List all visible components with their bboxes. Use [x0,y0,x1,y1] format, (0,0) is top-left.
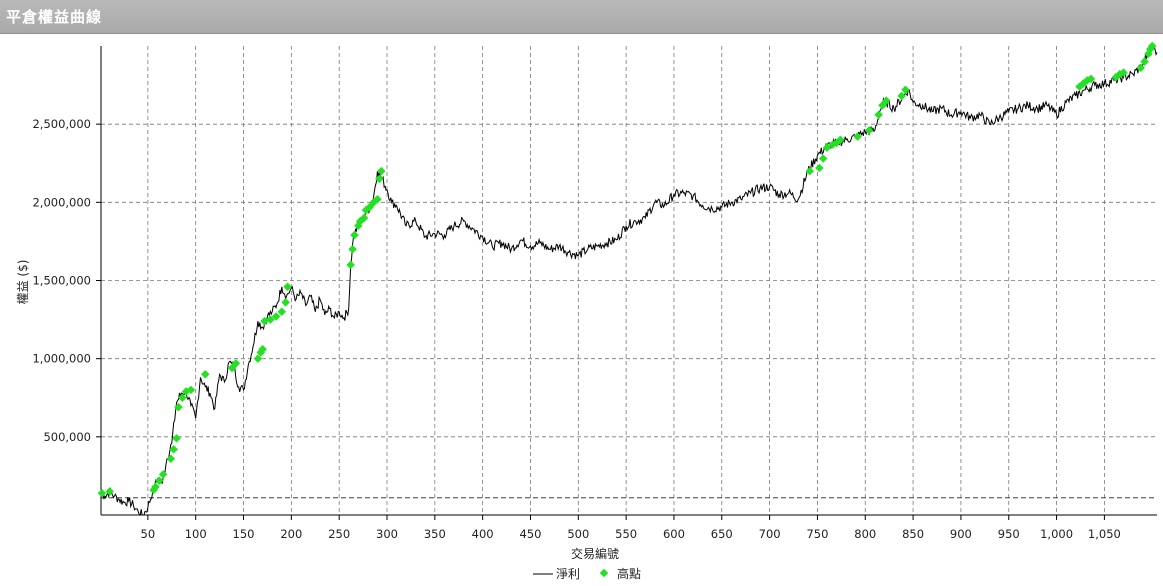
new-high-markers [97,41,1157,498]
x-tick-label: 750 [806,527,828,541]
x-tick-label: 900 [950,527,972,541]
x-axis-label: 交易編號 [571,546,619,561]
x-tick-label: 150 [233,527,255,541]
x-tick-label: 700 [759,527,781,541]
high-point-marker [815,163,824,173]
x-tick-label: 800 [854,527,876,541]
x-axis-ticks: 50 100 150 200 250 300 350 400 450 500 550 600 650 70… [141,515,1121,541]
high-point-marker [874,110,883,120]
high-point-marker [172,434,181,443]
x-tick-label: 850 [902,527,924,541]
y-axis-ticks: 500,000 1,000,000 1,500,000 2,000,000 2,500,… [32,117,101,444]
x-tick-label: 1,000 [1040,527,1073,541]
high-point-marker [818,154,828,163]
x-tick-label: 200 [280,527,302,541]
high-point-marker [348,244,357,254]
x-tick-label: 250 [328,527,350,541]
legend-marker-swatch [599,568,609,578]
grid-lines [101,46,1157,515]
equity-curve-chart: 50 100 150 200 250 300 350 400 450 500 550 600 650 70… [16,41,1158,581]
x-tick-label: 50 [141,527,156,541]
x-tick-label: 300 [376,527,398,541]
y-tick-label: 500,000 [43,430,91,444]
legend-entry-net-profit: 淨利 [556,567,580,581]
x-tick-label: 950 [998,527,1020,541]
x-tick-label: 1,050 [1088,527,1121,541]
x-tick-label: 650 [711,527,733,541]
legend: 淨利 高點 [533,566,641,581]
legend-entry-high-point: 高點 [617,566,641,581]
high-point-marker [350,230,359,240]
x-tick-label: 450 [520,527,542,541]
y-tick-label: 2,500,000 [32,117,91,131]
high-point-marker [281,298,290,307]
y-axis-label: 權益 ($) [16,260,30,305]
y-tick-label: 2,000,000 [32,195,91,209]
high-point-marker [346,260,355,270]
y-tick-label: 1,000,000 [32,352,91,366]
x-tick-label: 600 [663,527,685,541]
x-tick-label: 550 [615,527,637,541]
x-tick-label: 400 [472,527,494,541]
high-point-marker [201,370,210,379]
x-tick-label: 500 [567,527,589,541]
x-tick-label: 100 [185,527,207,541]
high-point-marker [166,454,176,463]
y-tick-label: 1,500,000 [32,274,91,288]
high-point-marker [853,132,862,141]
high-point-marker [277,307,287,317]
x-tick-label: 350 [424,527,446,541]
